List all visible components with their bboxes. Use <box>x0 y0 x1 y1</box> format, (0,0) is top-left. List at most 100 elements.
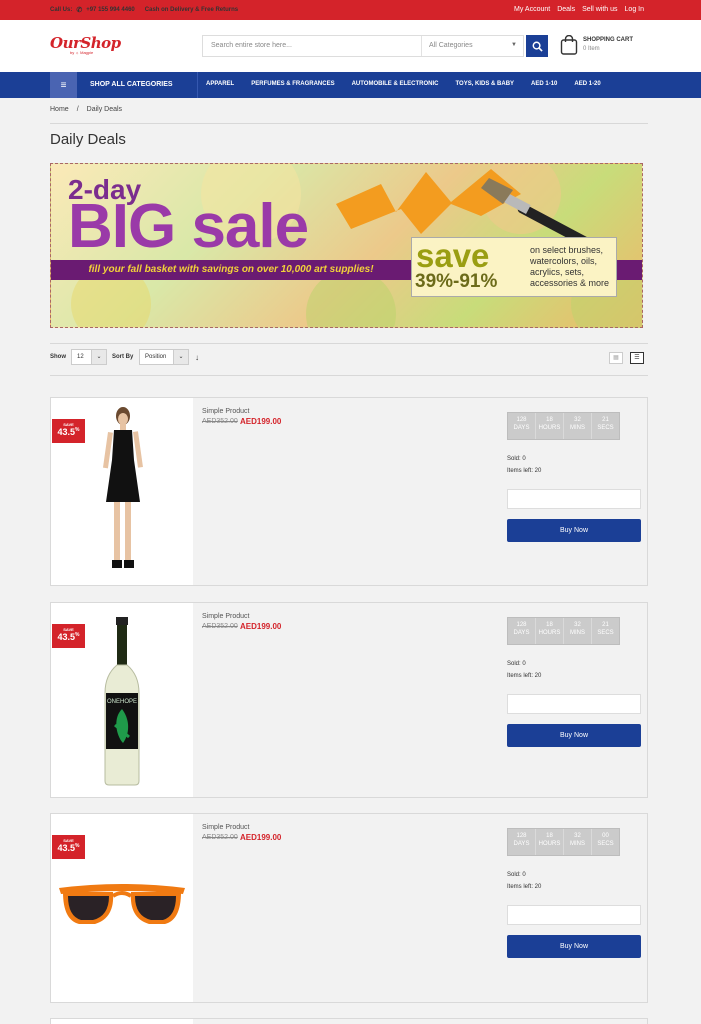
sort-select[interactable]: Position ⌄ <box>139 349 189 365</box>
product-card: SAVE 43.5% Simple Product AED352.00 AED1… <box>50 397 648 586</box>
chevron-down-icon[interactable]: ▼ <box>511 42 517 48</box>
discount-badge: SAVE 43.5% <box>52 624 85 648</box>
top-bar: Call Us: ✆ +97 155 994 4460 Cash on Deli… <box>0 0 701 20</box>
header: OurShop by ☼ Magpie Search entire store … <box>0 20 701 72</box>
timer-mins-label: MINS <box>570 425 585 431</box>
special-price: AED199.00 <box>240 417 282 426</box>
sold-count: Sold: 0 <box>507 872 526 878</box>
timer-mins-label: MINS <box>570 630 585 636</box>
link-my-account[interactable]: My Account <box>514 6 550 13</box>
quantity-input[interactable] <box>507 905 641 925</box>
timer-secs-label: SECS <box>597 630 614 636</box>
page-title: Daily Deals <box>50 131 126 148</box>
chevron-down-icon: ⌄ <box>91 350 106 364</box>
search-icon <box>532 41 543 52</box>
category-select[interactable]: All Categories <box>429 42 473 49</box>
badge-percent: 43.5 <box>57 632 76 642</box>
nav-divider <box>197 72 198 98</box>
breadcrumb-home[interactable]: Home <box>50 106 69 113</box>
timer-secs-label: SECS <box>597 425 614 431</box>
product-name[interactable]: Simple Product <box>202 613 249 620</box>
product-image[interactable]: SAVE 43.5% <box>51 398 193 585</box>
timer-hours-label: HOURS <box>538 630 561 636</box>
timer-days: 128 <box>516 417 527 423</box>
badge-percent: 43.5 <box>57 843 76 853</box>
grid-view-icon[interactable]: ▦ <box>609 352 623 364</box>
cart-bag-icon <box>560 35 578 55</box>
banner-percent: 39%-91% <box>415 271 498 292</box>
product-name[interactable]: Simple Product <box>202 408 249 415</box>
sold-count: Sold: 0 <box>507 661 526 667</box>
nav-item-perfumes[interactable]: PERFUMES & FRAGRANCES <box>251 81 334 87</box>
buy-now-button[interactable]: Buy Now <box>507 519 641 542</box>
old-price: AED352.00 <box>202 623 238 630</box>
timer-secs: 21 <box>602 622 609 628</box>
items-left: Items left: 20 <box>507 884 542 890</box>
timer-days-label: DAYS <box>513 425 530 431</box>
nav-item-automobile[interactable]: AUTOMOBILE & ELECTRONIC <box>352 81 439 87</box>
timer-days-label: DAYS <box>513 630 530 636</box>
special-price: AED199.00 <box>240 833 282 842</box>
link-sell-with-us[interactable]: Sell with us <box>582 6 617 13</box>
timer-mins: 32 <box>574 833 581 839</box>
sunglasses-image <box>59 884 185 924</box>
nav-item-toys[interactable]: TOYS, KIDS & BABY <box>455 81 514 87</box>
link-deals[interactable]: Deals <box>557 6 575 13</box>
badge-percent: 43.5 <box>57 427 76 437</box>
product-card <box>50 1018 648 1024</box>
show-select[interactable]: 12 ⌄ <box>71 349 107 365</box>
menu-icon[interactable]: ≡ <box>50 72 77 98</box>
site-logo[interactable]: OurShop by ☼ Magpie <box>50 34 121 55</box>
timer-hours-label: HOURS <box>538 841 561 847</box>
quantity-input[interactable] <box>507 489 641 509</box>
link-log-in[interactable]: Log In <box>625 6 644 13</box>
nav-item-aed-1-10[interactable]: AED 1-10 <box>531 81 557 87</box>
breadcrumb: Home / Daily Deals <box>50 106 122 113</box>
wine-bottle-image: ONEHOPE <box>104 616 140 785</box>
search-bar: Search entire store here... All Categori… <box>202 35 524 57</box>
promo-banner[interactable]: 2-day BIG sale fill your fall basket wit… <box>50 163 643 328</box>
search-input[interactable]: Search entire store here... <box>211 42 292 49</box>
items-left: Items left: 20 <box>507 468 542 474</box>
banner-save-box: save 39%-91% on select brushes, watercol… <box>411 237 617 297</box>
sort-direction-icon[interactable]: ↓ <box>195 353 199 362</box>
countdown-timer: 128 DAYS 18 HOURS 32 MINS 21 SECS <box>507 412 620 440</box>
nav-item-apparel[interactable]: APPAREL <box>206 81 234 87</box>
badge-percent-sign: % <box>75 843 80 849</box>
banner-tagline: fill your fall basket with savings on ov… <box>88 264 374 275</box>
show-value: 12 <box>77 354 84 360</box>
product-image[interactable]: ONEHOPE SAVE 43.5% <box>51 603 193 797</box>
timer-hours-label: HOURS <box>538 425 561 431</box>
nav-item-aed-1-20[interactable]: AED 1-20 <box>574 81 600 87</box>
list-view-icon[interactable]: ☰ <box>630 352 644 364</box>
search-button[interactable] <box>526 35 548 57</box>
shop-all-categories[interactable]: SHOP ALL CATEGORIES <box>90 81 173 88</box>
old-price: AED352.00 <box>202 834 238 841</box>
phone-number[interactable]: +97 155 994 4460 <box>86 7 135 13</box>
timer-hours: 18 <box>546 833 553 839</box>
discount-badge: SAVE 43.5% <box>52 419 85 443</box>
product-name[interactable]: Simple Product <box>202 824 249 831</box>
buy-now-button[interactable]: Buy Now <box>507 935 641 958</box>
sold-count: Sold: 0 <box>507 456 526 462</box>
cart-count: 0 Item <box>583 46 600 52</box>
quantity-input[interactable] <box>507 694 641 714</box>
banner-save: save <box>416 237 490 274</box>
breadcrumb-separator: / <box>76 106 79 113</box>
old-price: AED352.00 <box>202 418 238 425</box>
svg-text:ONEHOPE: ONEHOPE <box>107 699 137 705</box>
divider <box>50 375 648 376</box>
show-label: Show <box>50 354 66 360</box>
product-image[interactable] <box>51 1019 193 1024</box>
timer-days: 128 <box>516 833 527 839</box>
timer-mins: 32 <box>574 417 581 423</box>
timer-days-label: DAYS <box>513 841 530 847</box>
buy-now-button[interactable]: Buy Now <box>507 724 641 747</box>
main-nav: ≡ SHOP ALL CATEGORIES APPAREL PERFUMES &… <box>0 72 701 98</box>
top-bar-links: My Account Deals Sell with us Log In <box>514 6 644 13</box>
product-image[interactable]: SAVE 43.5% <box>51 814 193 1002</box>
cart-title: SHOPPING CART <box>583 37 634 43</box>
countdown-timer: 128 DAYS 18 HOURS 32 MINS 21 SECS <box>507 617 620 645</box>
divider <box>50 123 648 124</box>
timer-hours: 18 <box>546 417 553 423</box>
